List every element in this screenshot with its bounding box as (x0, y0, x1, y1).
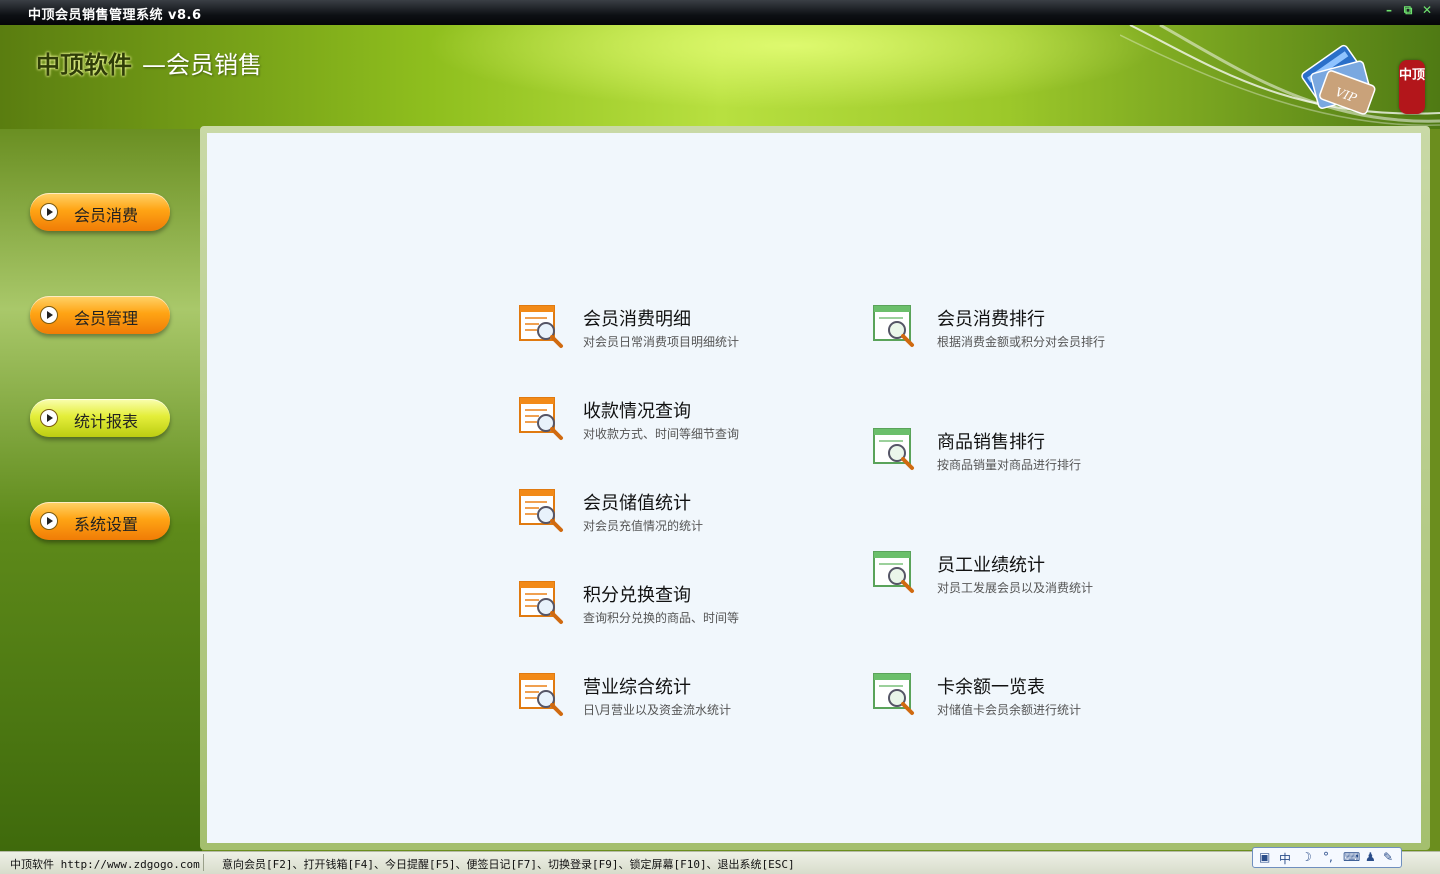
close-icon[interactable]: ✕ (1420, 3, 1434, 19)
orange-report-search-icon (519, 489, 563, 532)
play-icon (40, 512, 58, 530)
ime-halfwidth-icon[interactable]: ☽ (1301, 850, 1312, 864)
nav-statistics-reports-button[interactable]: 统计报表 (30, 399, 170, 437)
report-name: 会员消费排行 (937, 309, 1045, 330)
title-bar: 中顶会员销售管理系统 v8.6 – ⧉ ✕ (0, 0, 1440, 25)
orange-report-search-icon (519, 305, 563, 348)
green-report-search-icon (873, 673, 914, 715)
minimize-icon[interactable]: – (1382, 3, 1396, 19)
report-member-consumption-ranking[interactable]: 会员消费排行 根据消费金额或积分对会员排行 (871, 303, 1171, 359)
report-employee-performance[interactable]: 员工业绩统计 对员工发展会员以及消费统计 (871, 549, 1171, 605)
ime-mode[interactable]: 中 (1279, 850, 1291, 867)
report-desc: 对会员充值情况的统计 (583, 519, 704, 533)
status-bar: 中顶软件 http://www.zdgogo.com 意向会员[F2]、打开钱箱… (0, 851, 1440, 874)
window-title: 中顶会员销售管理系统 v8.6 (28, 8, 202, 23)
orange-report-search-icon (519, 673, 563, 716)
report-payment-query[interactable]: 收款情况查询 对收款方式、时间等细节查询 (517, 395, 817, 451)
report-desc: 对员工发展会员以及消费统计 (937, 581, 1094, 595)
report-desc: 根据消费金额或积分对会员排行 (937, 335, 1106, 349)
report-panel: 会员消费明细 对会员日常消费项目明细统计 收款情况查询 对收款方式、时间等细节查… (207, 133, 1421, 843)
sidebar (0, 129, 202, 851)
nav-member-consumption-button[interactable]: 会员消费 (30, 193, 170, 231)
report-desc: 对储值卡会员余额进行统计 (937, 703, 1082, 717)
report-name: 员工业绩统计 (937, 555, 1045, 576)
play-icon (40, 409, 58, 427)
ime-punctuation-icon[interactable]: °, (1323, 850, 1333, 864)
report-card-balance-list[interactable]: 卡余额一览表 对储值卡会员余额进行统计 (871, 671, 1171, 727)
report-name: 营业综合统计 (583, 677, 691, 698)
report-desc: 对会员日常消费项目明细统计 (583, 335, 740, 349)
report-name: 卡余额一览表 (937, 677, 1045, 698)
report-desc: 对收款方式、时间等细节查询 (583, 427, 740, 441)
report-stored-value-stats[interactable]: 会员储值统计 对会员充值情况的统计 (517, 487, 817, 543)
nav-label: 会员消费 (74, 206, 139, 225)
nav-system-settings-button[interactable]: 系统设置 (30, 502, 170, 540)
nav-label: 会员管理 (74, 309, 139, 328)
ime-logo-icon[interactable]: ▣ (1259, 850, 1270, 864)
header-banner: 中顶软件 —会员销售 VIP 中顶 (0, 25, 1440, 129)
report-points-exchange-query[interactable]: 积分兑换查询 查询积分兑换的商品、时间等 (517, 579, 817, 635)
ime-toolbar[interactable]: ▣ 中 ☽ °, ⌨ ♟ ✎ (1252, 847, 1402, 868)
green-report-search-icon (873, 305, 914, 347)
report-desc: 日\月营业以及资金流水统计 (583, 703, 732, 717)
play-icon (40, 203, 58, 221)
ime-settings-icon[interactable]: ✎ (1383, 850, 1393, 864)
orange-report-search-icon (519, 581, 563, 624)
report-name: 会员储值统计 (583, 493, 691, 514)
report-name: 商品销售排行 (937, 432, 1045, 453)
report-business-summary[interactable]: 营业综合统计 日\月营业以及资金流水统计 (517, 671, 817, 727)
nav-label: 统计报表 (74, 412, 139, 431)
status-shortcuts: 意向会员[F2]、打开钱箱[F4]、今日提醒[F5]、便签日记[F7]、切换登录… (222, 858, 795, 871)
ime-keyboard-icon[interactable]: ⌨ (1343, 850, 1360, 864)
swoosh-decoration (1120, 25, 1440, 126)
status-divider (203, 854, 204, 871)
play-icon (40, 306, 58, 324)
orange-report-search-icon (519, 397, 563, 440)
report-name: 收款情况查询 (583, 401, 691, 422)
report-name: 会员消费明细 (583, 309, 691, 330)
ime-user-icon[interactable]: ♟ (1365, 850, 1376, 864)
restore-icon[interactable]: ⧉ (1401, 3, 1415, 19)
brand-seal: 中顶 (1399, 60, 1425, 114)
report-product-sales-ranking[interactable]: 商品销售排行 按商品销量对商品进行排行 (871, 426, 1171, 482)
green-report-search-icon (873, 551, 914, 593)
company-name: 中顶软件 (36, 51, 132, 79)
green-report-search-icon (873, 428, 914, 470)
report-desc: 查询积分兑换的商品、时间等 (583, 611, 740, 625)
report-desc: 按商品销量对商品进行排行 (937, 458, 1082, 472)
brand-title: 中顶软件 —会员销售 (36, 45, 262, 80)
nav-member-management-button[interactable]: 会员管理 (30, 296, 170, 334)
report-name: 积分兑换查询 (583, 585, 691, 606)
status-company-url: 中顶软件 http://www.zdgogo.com (10, 858, 200, 871)
vip-cards-icon: VIP (1301, 44, 1376, 115)
report-member-consumption-detail[interactable]: 会员消费明细 对会员日常消费项目明细统计 (517, 303, 817, 359)
nav-label: 系统设置 (74, 515, 139, 534)
module-name: —会员销售 (142, 51, 262, 79)
